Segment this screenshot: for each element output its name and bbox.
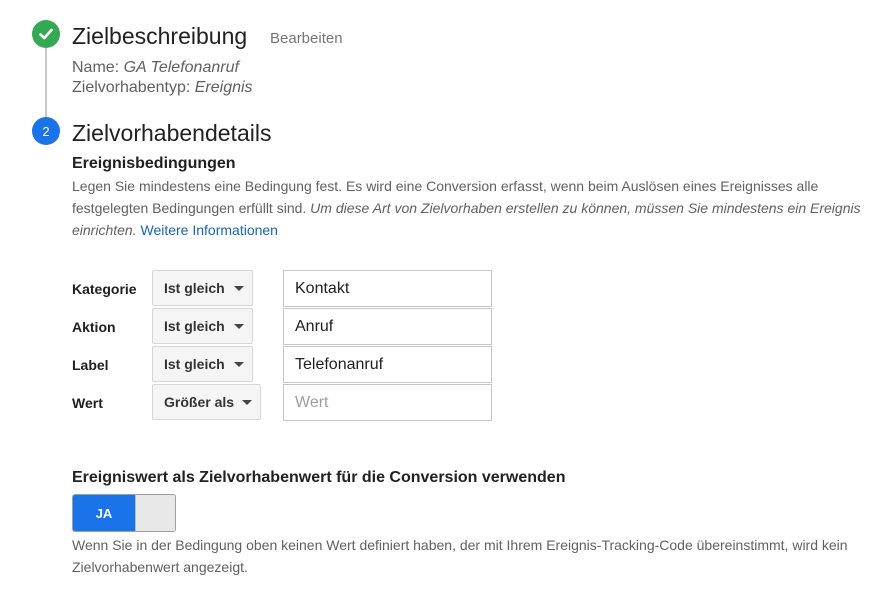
description-italic-end: einrichten.	[72, 222, 137, 238]
hint-line-1: Wenn Sie in der Bedingung oben keinen We…	[72, 537, 848, 553]
description-plain: festgelegten Bedingungen erfüllt sind.	[72, 200, 307, 216]
operator-value: Ist gleich	[164, 280, 225, 296]
condition-label-action: Aktion	[72, 319, 116, 335]
description-italic: Um diese Art von Zielvorhaben erstellen …	[310, 200, 861, 216]
goal-type-line: Zielvorhabentyp: Ereignis	[72, 79, 253, 97]
caret-down-icon	[234, 286, 244, 291]
condition-operator-value-dropdown[interactable]: Größer als	[152, 384, 261, 420]
use-event-value-toggle[interactable]: JA	[72, 494, 176, 532]
condition-value-category-input[interactable]: Kontakt	[283, 270, 492, 307]
operator-value: Größer als	[164, 394, 235, 410]
goal-name-value: GA Telefonanruf	[123, 59, 239, 76]
step-connector-line	[45, 47, 47, 117]
description-line-2: festgelegten Bedingungen erfüllt sind. U…	[72, 197, 882, 219]
step-number-badge: 2	[32, 117, 60, 145]
event-value-heading: Ereigniswert als Zielvorhabenwert für di…	[72, 469, 566, 486]
step-number: 2	[42, 123, 50, 139]
caret-down-icon	[234, 324, 244, 329]
event-value-hint: Wenn Sie in der Bedingung oben keinen We…	[72, 534, 882, 578]
caret-down-icon	[234, 362, 244, 367]
condition-value-value-input[interactable]: Wert	[283, 384, 492, 421]
condition-value-label-input[interactable]: Telefonanruf	[283, 346, 492, 383]
condition-label-value: Wert	[72, 395, 103, 411]
condition-operator-label-dropdown[interactable]: Ist gleich	[152, 346, 253, 382]
condition-label-category: Kategorie	[72, 281, 137, 297]
step2-title: Zielvorhabendetails	[72, 120, 272, 146]
condition-operator-category-dropdown[interactable]: Ist gleich	[152, 270, 253, 306]
goal-type-value: Ereignis	[194, 79, 253, 96]
description-line-3: einrichten. Weitere Informationen	[72, 219, 882, 241]
event-conditions-heading: Ereignisbedingungen	[72, 155, 236, 172]
caret-down-icon	[242, 400, 252, 405]
goal-name-label: Name:	[72, 59, 120, 76]
goal-name-line: Name: GA Telefonanruf	[72, 59, 239, 77]
more-info-link[interactable]: Weitere Informationen	[140, 222, 277, 238]
toggle-on-label: JA	[73, 495, 135, 531]
condition-value-action-input[interactable]: Anruf	[283, 308, 492, 345]
condition-label-label: Label	[72, 357, 109, 373]
goal-type-label: Zielvorhabentyp:	[72, 79, 191, 96]
step1-title: Zielbeschreibung	[72, 23, 248, 49]
operator-value: Ist gleich	[164, 318, 225, 334]
event-conditions-description: Legen Sie mindestens eine Bedingung fest…	[72, 175, 882, 241]
hint-line-2: Zielvorhabenwert angezeigt.	[72, 559, 248, 575]
operator-value: Ist gleich	[164, 356, 225, 372]
description-line-1: Legen Sie mindestens eine Bedingung fest…	[72, 178, 819, 194]
toggle-knob	[135, 495, 175, 531]
step-complete-checkmark-icon	[32, 20, 60, 48]
condition-operator-action-dropdown[interactable]: Ist gleich	[152, 308, 253, 344]
edit-link[interactable]: Bearbeiten	[270, 30, 343, 47]
checkmark-icon	[39, 28, 53, 40]
